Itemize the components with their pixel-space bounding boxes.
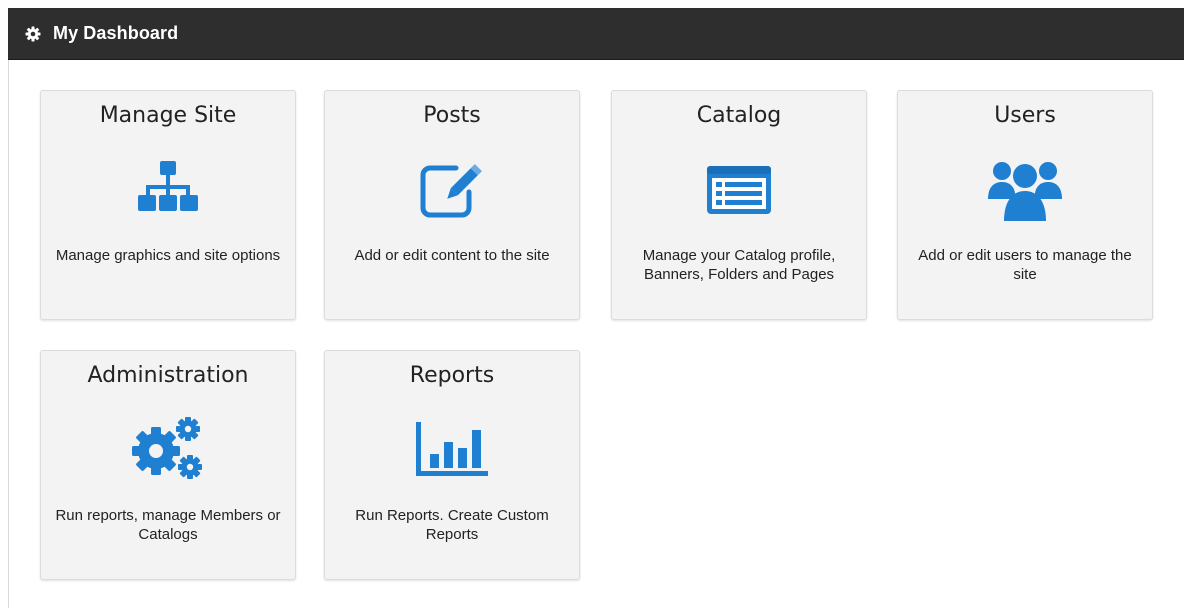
tile-description: Run reports, manage Members or Catalogs <box>55 507 281 543</box>
tile-reports[interactable]: Reports Run Reports. Create Custom Repor… <box>324 350 580 580</box>
tile-manage-site[interactable]: Manage Site Manage graphics and site opt… <box>40 90 296 320</box>
tile-description: Run Reports. Create Custom Reports <box>355 507 549 543</box>
tile-description: Manage graphics and site options <box>55 247 281 264</box>
tile-catalog[interactable]: Catalog Manage your Catalog profile, Ban… <box>611 90 867 320</box>
gear-icon <box>25 26 41 42</box>
sitemap-icon <box>128 153 208 225</box>
tile-description: Manage your Catalog profile, Banners, Fo… <box>642 247 836 283</box>
bar-chart-icon <box>412 413 492 485</box>
users-icon <box>985 153 1065 225</box>
page-title: My Dashboard <box>53 23 179 43</box>
dashboard-header: My Dashboard <box>8 8 1184 60</box>
tile-description: Add or edit users to manage the site <box>918 247 1132 283</box>
tile-title: Posts <box>423 103 481 128</box>
tile-title: Manage Site <box>99 103 237 128</box>
tile-title: Administration <box>87 363 249 388</box>
tile-title: Users <box>994 103 1056 128</box>
tile-users[interactable]: Users Add or edit users to manage the si… <box>897 90 1153 320</box>
tile-title: Reports <box>409 363 495 388</box>
tile-description: Add or edit content to the site <box>354 247 550 264</box>
tile-title: Catalog <box>696 103 782 128</box>
gears-icon <box>128 413 208 485</box>
catalog-list-icon <box>699 153 779 225</box>
tile-posts[interactable]: Posts Add or edit content to the site <box>324 90 580 320</box>
edit-icon <box>412 153 492 225</box>
tile-administration[interactable]: Administration Run reports, manage Membe… <box>40 350 296 580</box>
